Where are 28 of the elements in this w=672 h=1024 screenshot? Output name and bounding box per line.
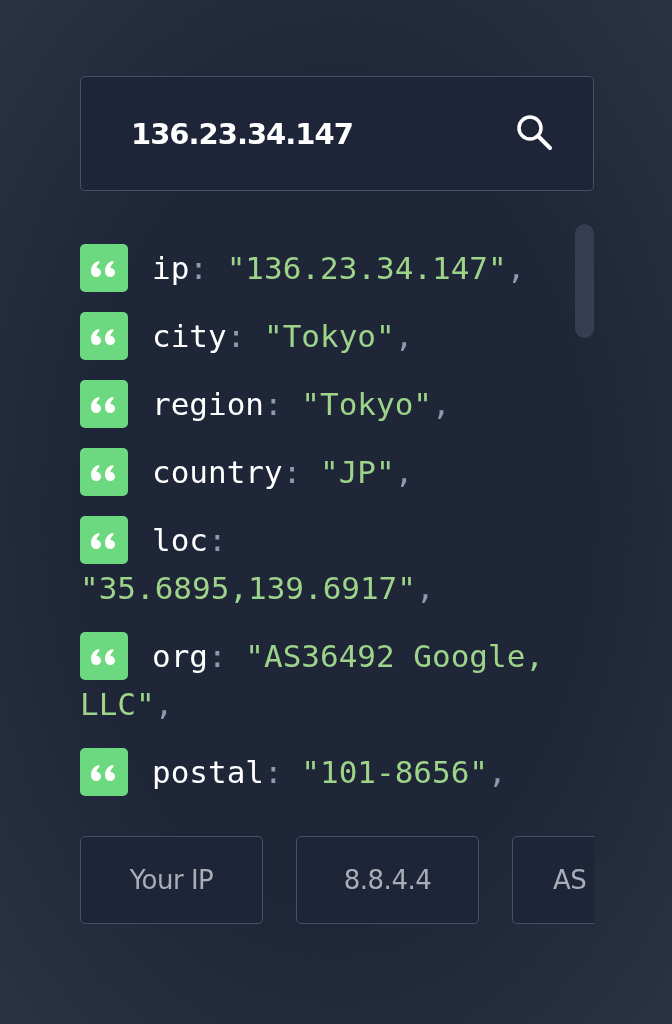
quick-lookup-button[interactable]: AS xyxy=(512,836,594,924)
json-key: country: xyxy=(152,454,302,490)
quick-lookup-button[interactable]: Your IP xyxy=(80,836,263,924)
quote-icon xyxy=(80,748,128,796)
json-key: org: xyxy=(152,638,227,674)
search-field[interactable]: 136.23.34.147 xyxy=(80,76,594,191)
quick-lookup-button[interactable]: 8.8.4.4 xyxy=(296,836,479,924)
quote-icon xyxy=(80,380,128,428)
quote-icon xyxy=(80,312,128,360)
json-value: "AS36492 Google, xyxy=(245,638,544,674)
json-value: LLC", xyxy=(80,686,174,722)
json-value: "35.6895,139.6917", xyxy=(80,570,435,606)
json-key: postal: xyxy=(152,754,283,790)
json-value: "Tokyo", xyxy=(264,318,414,354)
json-value: "101-8656", xyxy=(301,754,507,790)
json-value: "JP", xyxy=(320,454,414,490)
quote-icon xyxy=(80,244,128,292)
json-key: city: xyxy=(152,318,246,354)
json-key: region: xyxy=(152,386,283,422)
quote-icon xyxy=(80,448,128,496)
search-icon[interactable] xyxy=(516,114,554,152)
quote-icon xyxy=(80,632,128,680)
scrollbar[interactable] xyxy=(575,224,594,338)
json-value: "Tokyo", xyxy=(301,386,451,422)
json-value: "136.23.34.147", xyxy=(226,250,526,286)
json-key: loc: xyxy=(152,522,227,558)
quote-icon xyxy=(80,516,128,564)
json-key: ip: xyxy=(152,250,208,286)
